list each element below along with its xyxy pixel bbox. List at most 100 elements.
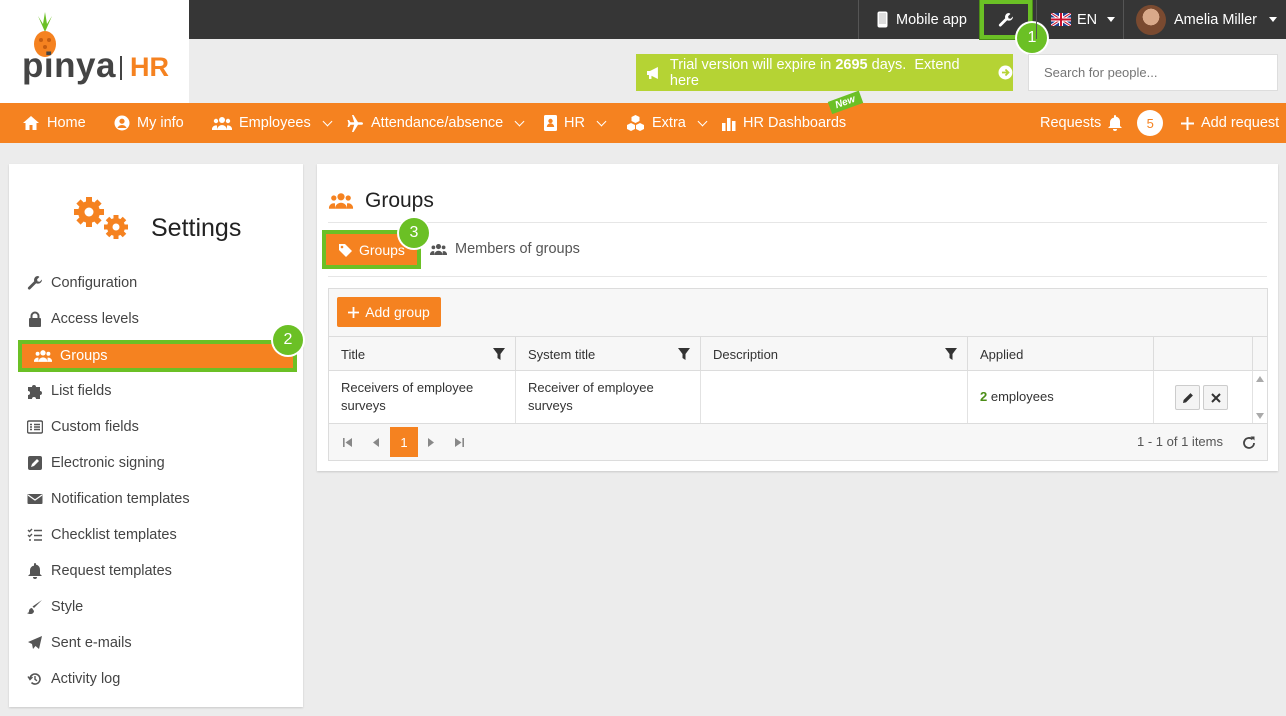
sidebar-item-custom-fields[interactable]: Custom fields <box>27 416 139 438</box>
nav-attendance-label: Attendance/absence <box>371 115 504 131</box>
sidebar-item-label: List fields <box>51 383 112 399</box>
sidebar-item-label: Activity log <box>51 671 121 687</box>
sidebar-item-groups[interactable]: Groups <box>18 340 297 372</box>
filter-icon[interactable] <box>493 348 505 360</box>
next-page-button[interactable] <box>421 431 441 453</box>
mobile-app-button[interactable]: Mobile app <box>858 0 978 39</box>
main-nav: Home My info Employees Attendance/absenc… <box>0 103 1286 143</box>
nav-dashboards-label: HR Dashboards <box>743 115 847 131</box>
nav-hr-dashboards[interactable]: HR Dashboards <box>722 103 846 143</box>
plane-icon <box>347 114 363 132</box>
plus-icon <box>348 306 360 318</box>
nav-hr[interactable]: HR <box>544 103 607 143</box>
bell-icon <box>28 563 42 579</box>
pager: 1 1 - 1 of 1 items <box>329 424 1267 460</box>
cell-applied[interactable]: 2 employees <box>968 371 1154 423</box>
add-group-button[interactable]: Add group <box>337 297 441 327</box>
chevron-down-icon <box>322 116 333 126</box>
language-label: EN <box>1077 11 1098 28</box>
column-header-actions <box>1154 337 1253 371</box>
column-header-description[interactable]: Description <box>701 337 968 371</box>
people-search-input[interactable] <box>1028 54 1278 91</box>
sidebar-item-configuration[interactable]: Configuration <box>27 272 137 294</box>
logo[interactable]: pinya HR <box>0 0 189 103</box>
sidebar-item-notification-templates[interactable]: Notification templates <box>27 488 190 510</box>
checklist-icon <box>27 528 42 541</box>
nav-home-label: Home <box>47 115 86 131</box>
bar-chart-icon <box>722 117 736 131</box>
chevron-left-icon <box>372 437 379 447</box>
nav-my-info[interactable]: My info <box>114 103 184 143</box>
sidebar-item-request-templates[interactable]: Request templates <box>27 560 172 582</box>
divider <box>328 276 1267 277</box>
nav-my-info-label: My info <box>137 115 184 131</box>
sidebar-item-label: Checklist templates <box>51 527 177 543</box>
first-page-icon <box>342 437 352 447</box>
cell-description <box>701 371 968 423</box>
sidebar-item-activity-log[interactable]: Activity log <box>27 668 120 690</box>
current-page[interactable]: 1 <box>390 427 418 457</box>
logo-wordmark: pinya <box>22 46 116 85</box>
chevron-down-icon <box>596 116 607 126</box>
sidebar-item-label: Custom fields <box>51 419 139 435</box>
sidebar-item-label: Configuration <box>51 275 138 291</box>
sidebar-item-label: Notification templates <box>51 491 190 507</box>
tab-members-label: Members of groups <box>455 241 580 257</box>
gears-icon <box>74 197 128 239</box>
scroll-up-arrow[interactable] <box>1256 376 1264 382</box>
language-selector[interactable]: EN <box>1036 0 1122 39</box>
column-header-applied[interactable]: Applied <box>968 337 1154 371</box>
puzzle-icon <box>28 385 42 399</box>
prev-page-button[interactable] <box>365 431 385 453</box>
lock-icon <box>29 311 41 327</box>
column-header-system-title[interactable]: System title <box>516 337 701 371</box>
groups-grid: Add group Title System title Description… <box>328 288 1268 461</box>
scroll-down-arrow[interactable] <box>1256 413 1264 419</box>
nav-employees[interactable]: Employees <box>212 103 333 143</box>
sidebar-item-access-levels[interactable]: Access levels <box>27 308 139 330</box>
sidebar-item-list-fields[interactable]: List fields <box>27 380 111 402</box>
callout-badge-3: 3 <box>399 218 429 248</box>
last-page-button[interactable] <box>449 431 469 453</box>
column-title-label: Title <box>341 346 366 362</box>
column-description-label: Description <box>713 346 779 362</box>
sidebar-item-label: Electronic signing <box>51 455 165 471</box>
phone-icon <box>877 11 888 28</box>
megaphone-icon <box>646 66 658 79</box>
nav-attendance[interactable]: Attendance/absence <box>347 103 525 143</box>
table-row[interactable]: Receivers of employee surveys Receiver o… <box>329 371 1267 424</box>
users-icon <box>212 116 232 130</box>
nav-requests[interactable]: Requests 5 <box>1040 103 1164 143</box>
chevron-right-icon <box>427 437 434 447</box>
users-icon <box>328 193 354 209</box>
tab-members-of-groups[interactable]: Members of groups <box>430 238 580 260</box>
paper-plane-icon <box>28 636 42 649</box>
nav-add-request[interactable]: Add request <box>1181 103 1279 143</box>
column-header-title[interactable]: Title <box>329 337 516 371</box>
sidebar-item-style[interactable]: Style <box>27 596 83 618</box>
sidebar-item-checklist-templates[interactable]: Checklist templates <box>27 524 177 546</box>
arrow-circle-right-icon <box>998 65 1013 80</box>
filter-icon[interactable] <box>678 348 690 360</box>
nav-requests-label: Requests <box>1040 115 1102 131</box>
sidebar-item-electronic-signing[interactable]: Electronic signing <box>27 452 165 474</box>
sidebar-item-label: Request templates <box>51 563 172 579</box>
refresh-icon[interactable] <box>1241 435 1257 451</box>
divider <box>328 222 1267 223</box>
trial-banner[interactable]: Trial version will expire in 2695 days. … <box>636 54 1013 91</box>
first-page-button[interactable] <box>337 431 357 453</box>
user-menu[interactable]: Amelia Miller <box>1123 0 1286 39</box>
delete-button[interactable] <box>1203 385 1228 410</box>
sign-icon <box>28 456 42 470</box>
pager-info: 1 - 1 of 1 items <box>1137 434 1223 449</box>
caret-down-icon <box>1269 17 1277 22</box>
nav-extra[interactable]: Extra <box>626 103 708 143</box>
nav-home[interactable]: Home <box>22 103 86 143</box>
column-applied-label: Applied <box>980 346 1024 362</box>
sidebar-item-sent-emails[interactable]: Sent e-mails <box>27 632 132 654</box>
home-icon <box>23 116 39 130</box>
edit-button[interactable] <box>1175 385 1200 410</box>
sidebar-item-label: Sent e-mails <box>51 635 132 651</box>
filter-icon[interactable] <box>945 348 957 360</box>
address-book-icon <box>544 115 557 131</box>
